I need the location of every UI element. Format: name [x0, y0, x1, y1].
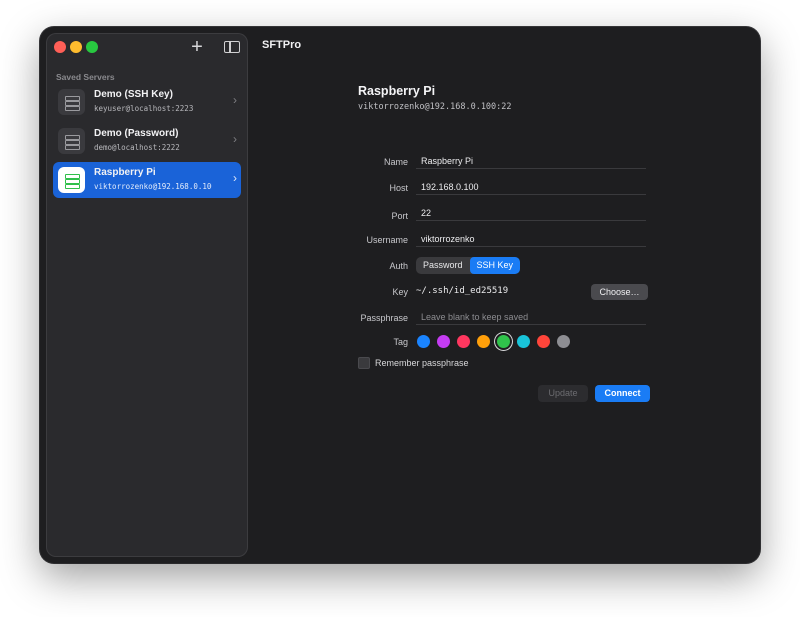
- app-title: SFTPro: [262, 39, 302, 51]
- name-field[interactable]: Raspberry Pi: [416, 153, 646, 169]
- host-label: Host: [389, 183, 408, 193]
- zoom-window-button[interactable]: [86, 41, 98, 53]
- auth-segmented-control: Password SSH Key: [416, 257, 521, 274]
- server-item-demo-ssh-key[interactable]: Demo (SSH Key) keyuser@localhost:2223 ›: [53, 84, 241, 120]
- minimize-window-button[interactable]: [70, 41, 82, 53]
- tag-color-blue[interactable]: [417, 335, 430, 348]
- server-subtitle: viktorrozenko@192.168.0.100:22: [358, 102, 512, 112]
- tag-color-orange[interactable]: [477, 335, 490, 348]
- server-name: Demo (SSH Key): [94, 89, 173, 100]
- sidebar-toggle-icon[interactable]: [224, 41, 240, 53]
- server-name: Demo (Password): [94, 128, 179, 139]
- sidebar: + Saved Servers Demo (SSH Key) keyuser@l…: [46, 33, 248, 557]
- username-label: Username: [366, 235, 408, 245]
- key-path-value: ~/.ssh/id_ed25519: [416, 286, 509, 296]
- chevron-right-icon: ›: [233, 132, 237, 146]
- server-icon: [58, 89, 85, 115]
- server-icon: [58, 128, 85, 154]
- add-server-icon[interactable]: +: [189, 35, 205, 59]
- name-label: Name: [383, 157, 408, 167]
- server-item-demo-password[interactable]: Demo (Password) demo@localhost:2222 ›: [53, 123, 241, 159]
- tag-color-green[interactable]: [497, 335, 510, 348]
- server-address: demo@localhost:2222: [94, 143, 180, 152]
- chevron-right-icon: ›: [233, 171, 237, 185]
- choose-key-button[interactable]: Choose…: [591, 284, 648, 300]
- tag-color-gray[interactable]: [557, 335, 570, 348]
- remember-passphrase-checkbox[interactable]: [358, 357, 370, 369]
- remember-passphrase-label: Remember passphrase: [375, 358, 469, 368]
- sidebar-section-label: Saved Servers: [56, 72, 115, 82]
- key-label: Key: [392, 287, 408, 297]
- tag-color-purple[interactable]: [437, 335, 450, 348]
- tag-label: Tag: [393, 337, 408, 347]
- tag-color-picker: [417, 335, 570, 348]
- passphrase-field[interactable]: Leave blank to keep saved: [416, 309, 646, 325]
- server-name: Raspberry Pi: [94, 167, 156, 178]
- tag-color-pink[interactable]: [457, 335, 470, 348]
- username-field[interactable]: viktorrozenko: [416, 231, 646, 247]
- passphrase-label: Passphrase: [360, 313, 408, 323]
- auth-label: Auth: [389, 261, 408, 271]
- close-window-button[interactable]: [54, 41, 66, 53]
- tag-color-red[interactable]: [537, 335, 550, 348]
- server-list: Demo (SSH Key) keyuser@localhost:2223 › …: [53, 84, 241, 201]
- connect-button[interactable]: Connect: [595, 385, 650, 402]
- host-field[interactable]: 192.168.0.100: [416, 179, 646, 195]
- port-label: Port: [391, 211, 408, 221]
- chevron-right-icon: ›: [233, 93, 237, 107]
- update-button[interactable]: Update: [538, 385, 588, 402]
- server-address: viktorrozenko@192.168.0.100:22: [94, 182, 212, 191]
- server-icon: [58, 167, 85, 193]
- remember-passphrase-row: Remember passphrase: [358, 357, 469, 369]
- auth-option-password[interactable]: Password: [416, 257, 470, 274]
- server-title: Raspberry Pi: [358, 84, 436, 98]
- server-address: keyuser@localhost:2223: [94, 104, 194, 113]
- tag-color-cyan[interactable]: [517, 335, 530, 348]
- auth-option-ssh-key[interactable]: SSH Key: [469, 257, 521, 274]
- app-window: + Saved Servers Demo (SSH Key) keyuser@l…: [40, 27, 760, 563]
- server-item-raspberry-pi[interactable]: Raspberry Pi viktorrozenko@192.168.0.100…: [53, 162, 241, 198]
- port-field[interactable]: 22: [416, 205, 646, 221]
